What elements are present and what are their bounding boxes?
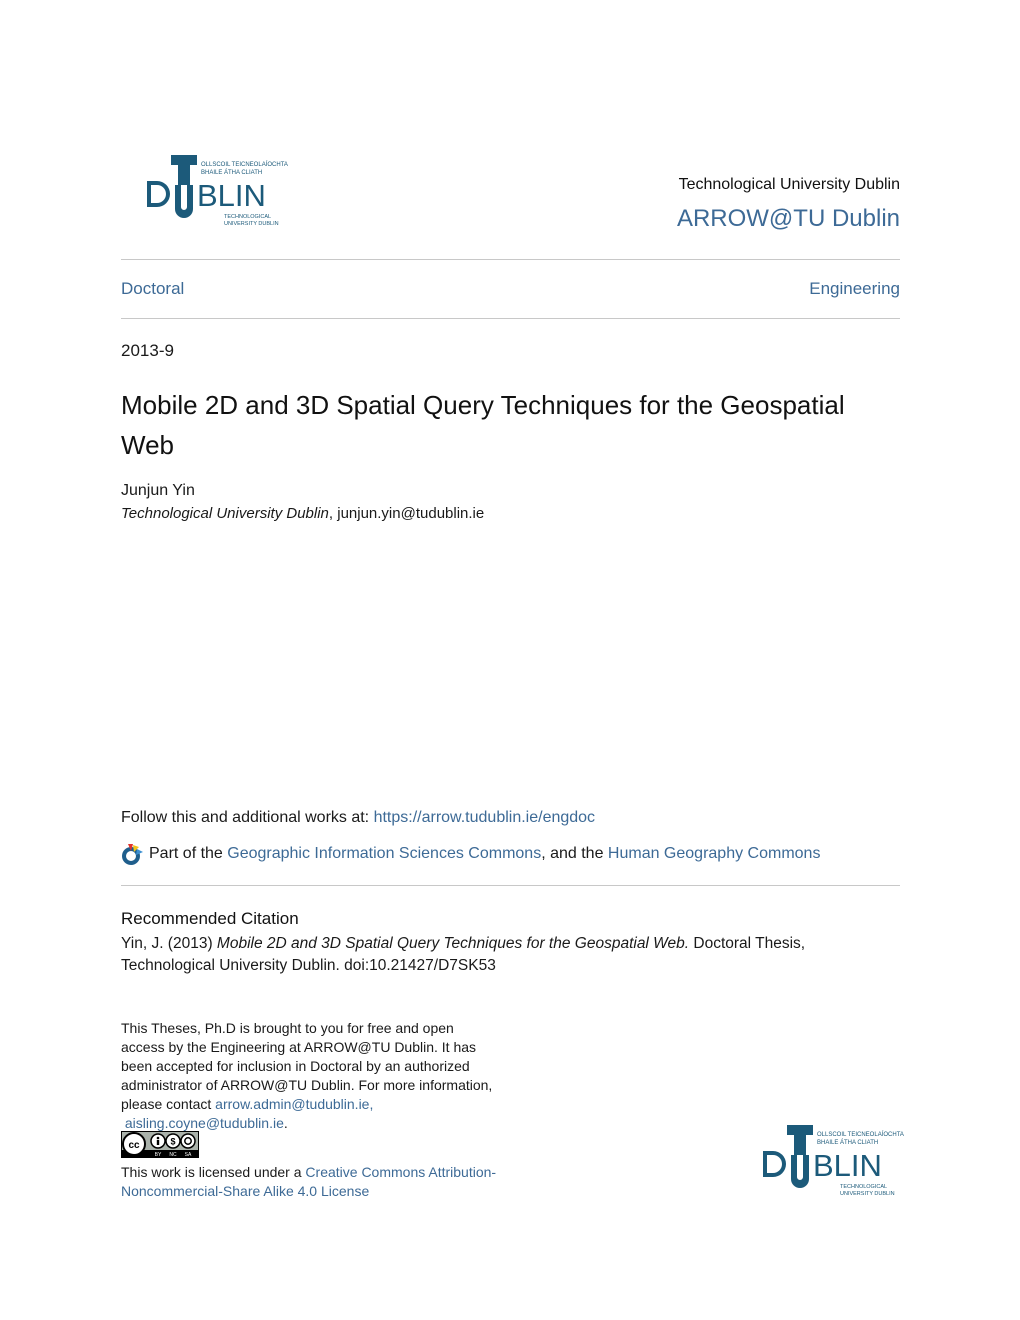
collection-link-engineering[interactable]: Engineering: [600, 279, 900, 299]
follow-line: Follow this and additional works at: htt…: [121, 809, 595, 827]
author-email: junjun.yin@tudublin.ie: [337, 505, 485, 522]
access-note-end: .: [283, 1115, 288, 1131]
citation-text: Yin, J. (2013) Mobile 2D and 3D Spatial …: [121, 933, 881, 977]
part-of-line: Part of the Geographic Information Scien…: [121, 843, 820, 865]
access-note: This Theses, Ph.D is brought to you for …: [121, 1019, 501, 1133]
svg-text:$: $: [170, 1137, 175, 1147]
affiliation-name: Technological University Dublin: [121, 505, 329, 522]
logo-irish-line-2: BHAILE ÁTHA CLIATH: [817, 1139, 878, 1146]
divider: [121, 885, 900, 886]
divider: [121, 259, 900, 260]
logo-wordmark: BLIN: [813, 1148, 882, 1183]
human-geography-commons-link[interactable]: Human Geography Commons: [608, 845, 821, 863]
license-prefix: This work is licensed under a: [121, 1164, 306, 1180]
digital-commons-network-icon: [122, 844, 143, 865]
logo-irish-line-1: OLLSCOIL TEICNEOLAÍOCHTA: [817, 1131, 904, 1138]
follow-label: Follow this and additional works at:: [121, 809, 374, 826]
cc-label-sa: SA: [185, 1152, 192, 1158]
collection-link-doctoral[interactable]: Doctoral: [121, 279, 184, 299]
tu-dublin-logo-top[interactable]: BLIN OLLSCOIL TEICNEOLAÍOCHTA BHAILE ÁTH…: [119, 143, 289, 235]
logo-english-line-2: UNIVERSITY DUBLIN: [840, 1191, 895, 1197]
author-affiliation: Technological University Dublin, junjun.…: [121, 505, 484, 522]
part-of-prefix: Part of the: [149, 845, 228, 862]
logo-irish-line-1: OLLSCOIL TEICNEOLAÍOCHTA: [201, 161, 288, 168]
affiliation-separator: ,: [328, 505, 338, 522]
cc-label-by: BY: [155, 1152, 162, 1158]
contact-email-admin[interactable]: arrow.admin@tudublin.ie,: [215, 1096, 373, 1112]
cc-label-nc: NC: [169, 1152, 177, 1158]
svg-text:cc: cc: [128, 1140, 140, 1151]
citation-prefix: Yin, J. (2013): [121, 935, 217, 952]
logo-irish-line-2: BHAILE ÁTHA CLIATH: [201, 169, 262, 176]
logo-english-line-1: TECHNOLOGICAL: [224, 214, 271, 220]
logo-wordmark: BLIN: [197, 178, 266, 213]
document-title: Mobile 2D and 3D Spatial Query Technique…: [121, 390, 845, 460]
tu-dublin-logo-icon: BLIN OLLSCOIL TEICNEOLAÍOCHTA BHAILE ÁTH…: [735, 1113, 905, 1205]
follow-url-link[interactable]: https://arrow.tudublin.ie/engdoc: [374, 809, 595, 826]
logo-english-line-2: UNIVERSITY DUBLIN: [224, 221, 279, 227]
geographic-information-sciences-commons-link[interactable]: Geographic Information Sciences Commons: [227, 845, 541, 863]
author-name: Junjun Yin: [121, 482, 195, 499]
repository-link[interactable]: ARROW@TU Dublin: [560, 205, 900, 233]
divider: [121, 318, 900, 319]
tu-dublin-logo-icon: BLIN OLLSCOIL TEICNEOLAÍOCHTA BHAILE ÁTH…: [119, 143, 289, 235]
tu-dublin-logo-bottom[interactable]: BLIN OLLSCOIL TEICNEOLAÍOCHTA BHAILE ÁTH…: [735, 1113, 905, 1205]
contact-email-coyne[interactable]: aisling.coyne@tudublin.ie: [125, 1115, 284, 1131]
cc-license-badge[interactable]: cc $ BY NC SA: [121, 1131, 199, 1158]
citation-title: Mobile 2D and 3D Spatial Query Technique…: [216, 935, 690, 952]
logo-english-line-1: TECHNOLOGICAL: [840, 1184, 887, 1190]
institution-name: Technological University Dublin: [678, 176, 900, 193]
publication-date: 2013-9: [121, 341, 174, 360]
cc-by-nc-sa-icon: cc $ BY NC SA: [121, 1131, 199, 1158]
license-statement: This work is licensed under a Creative C…: [121, 1163, 501, 1201]
citation-heading: Recommended Citation: [121, 909, 299, 928]
part-of-middle: , and the: [541, 845, 608, 862]
